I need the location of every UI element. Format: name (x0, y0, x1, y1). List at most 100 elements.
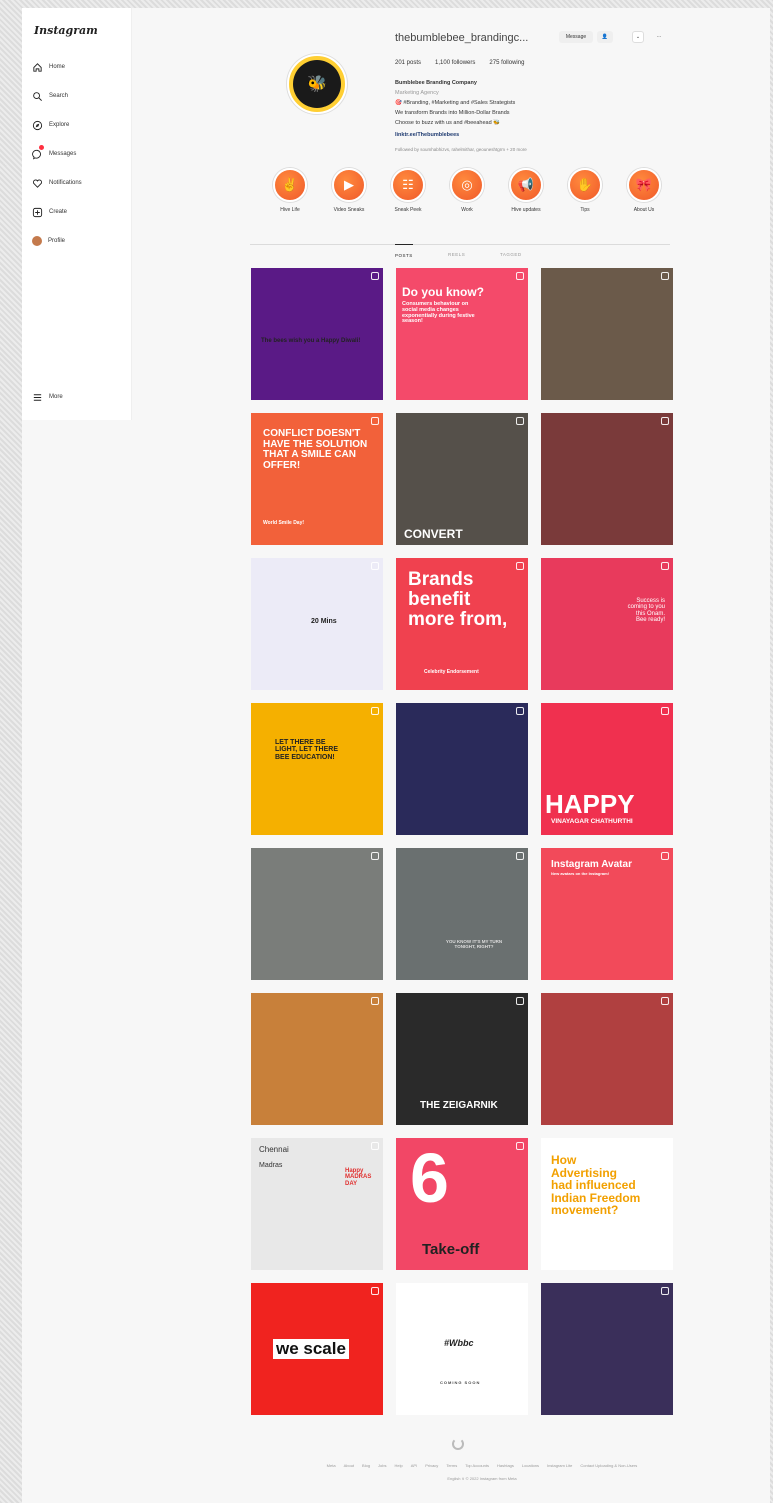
profile-username: thebumblebee_brandingc... (395, 32, 529, 44)
post-title-text: Chennai (259, 1145, 289, 1154)
highlight-cover-icon: ✌ (273, 168, 307, 202)
profile-category: Marketing Agency (395, 90, 439, 96)
post-thumbnail[interactable] (396, 703, 528, 835)
followers-count[interactable]: 1,100 followers (435, 60, 475, 66)
post-title-text: we scale (273, 1339, 349, 1359)
post-thumbnail[interactable]: YOU KNOW IT'S MY TURN TONIGHT, RIGHT? (396, 848, 528, 980)
footer-link[interactable]: Privacy (425, 1463, 438, 1468)
post-thumbnail[interactable]: HAPPY VINAYAGAR CHATHURTHI (541, 703, 673, 835)
post-thumbnail[interactable]: Brands benefit more from, Celebrity Endor… (396, 558, 528, 690)
post-thumbnail[interactable]: #Wbbc COMING SOON (396, 1283, 528, 1415)
profile-avatar[interactable]: 🐝 (287, 54, 347, 114)
post-thumbnail[interactable]: The bees wish you a Happy Diwali! (251, 268, 383, 400)
footer-link[interactable]: Terms (446, 1463, 457, 1468)
tab-tagged[interactable]: TAGGED (500, 252, 522, 257)
highlight-item[interactable]: ☷ Sneak Peek (386, 168, 430, 213)
heart-icon (32, 179, 43, 188)
sidebar-item-messages[interactable]: Messages (32, 145, 77, 161)
footer-link[interactable]: Meta (327, 1463, 336, 1468)
footer-link[interactable]: Locations (522, 1463, 539, 1468)
sidebar-item-label: Notifications (49, 180, 82, 186)
highlight-cover-icon: ▶ (332, 168, 366, 202)
highlight-item[interactable]: ✌ Hive Life (268, 168, 312, 213)
avatar-icon (32, 236, 42, 246)
post-thumbnail[interactable] (251, 993, 383, 1125)
highlight-item[interactable]: ◎ Work (445, 168, 489, 213)
footer-link[interactable]: About (344, 1463, 354, 1468)
multi-image-icon (661, 417, 669, 425)
chevron-down-icon: ⌄ (635, 34, 641, 40)
post-thumbnail[interactable]: we scale (251, 1283, 383, 1415)
post-thumbnail[interactable]: Success is coming to you this Onam. Bee … (541, 558, 673, 690)
post-thumbnail[interactable]: 20 Mins (251, 558, 383, 690)
footer-link[interactable]: Help (395, 1463, 403, 1468)
multi-image-icon (661, 852, 669, 860)
multi-image-icon (371, 707, 379, 715)
post-thumbnail[interactable] (541, 268, 673, 400)
sidebar-item-profile[interactable]: Profile (32, 234, 65, 248)
multi-image-icon (371, 852, 379, 860)
sidebar-item-label: Profile (48, 238, 66, 244)
sidebar-item-more[interactable]: More (32, 390, 63, 404)
post-thumbnail[interactable] (541, 413, 673, 545)
multi-image-icon (516, 417, 524, 425)
sidebar-item-search[interactable]: Search (32, 89, 68, 103)
post-thumbnail[interactable] (541, 993, 673, 1125)
sidebar-item-label: Messages (49, 151, 77, 157)
follow-options-button[interactable]: 👤 (597, 31, 613, 43)
footer-link[interactable]: Top Accounts (465, 1463, 489, 1468)
multi-image-icon (516, 562, 524, 570)
tab-posts[interactable]: POSTS (395, 244, 413, 258)
highlight-item[interactable]: 🎀 About Us (622, 168, 666, 213)
following-count[interactable]: 275 following (489, 60, 524, 66)
message-button[interactable]: Message (559, 31, 593, 43)
post-thumbnail[interactable]: LET THERE BE LIGHT, LET THERE BEE EDUCAT… (251, 703, 383, 835)
highlight-label: About Us (633, 207, 655, 213)
suggested-button[interactable]: ⌄ (632, 31, 644, 43)
multi-image-icon (371, 272, 379, 280)
highlight-item[interactable]: 📢 Hive updates (504, 168, 548, 213)
post-thumbnail[interactable]: Chennai Madras Happy MADRAS DAY (251, 1138, 383, 1270)
sidebar-item-explore[interactable]: Explore (32, 118, 69, 132)
highlight-item[interactable]: ▶ Video Sneaks (327, 168, 371, 213)
footer-copyright[interactable]: English ∨ © 2022 Instagram from Meta (272, 1476, 692, 1481)
footer-link[interactable]: Hashtags (497, 1463, 514, 1468)
highlight-item[interactable]: ✋ Tips (563, 168, 607, 213)
post-title-text: 6 (410, 1139, 449, 1217)
footer-link[interactable]: Jobs (378, 1463, 386, 1468)
post-title-text: CONVERT (404, 527, 463, 542)
footer-link[interactable]: Blog (362, 1463, 370, 1468)
footer-link[interactable]: Instagram Lite (547, 1463, 572, 1468)
post-thumbnail[interactable] (251, 848, 383, 980)
post-thumbnail[interactable] (541, 1283, 673, 1415)
footer-link[interactable]: Contact Uploading & Non-Users (580, 1463, 637, 1468)
plus-square-icon (32, 207, 43, 217)
post-thumbnail[interactable]: CONVERT (396, 413, 528, 545)
post-thumbnail[interactable]: How Advertising had influenced Indian Fr… (541, 1138, 673, 1270)
multi-image-icon (516, 707, 524, 715)
compass-icon (32, 120, 43, 130)
post-title-text: LET THERE BE LIGHT, LET THERE BEE EDUCAT… (275, 739, 338, 761)
multi-image-icon (371, 1287, 379, 1295)
posts-count: 201 posts (395, 60, 422, 66)
profile-link[interactable]: linktr.ee/Thebumblebees (395, 132, 459, 138)
post-thumbnail[interactable]: THE ZEIGARNIK (396, 993, 528, 1125)
post-thumbnail[interactable]: CONFLICT DOESN'T HAVE THE SOLUTION THAT … (251, 413, 383, 545)
sidebar-item-notifications[interactable]: Notifications (32, 176, 82, 190)
post-title-text: 20 Mins (311, 618, 337, 625)
more-options-button[interactable]: ··· (653, 31, 665, 43)
sidebar-item-home[interactable]: Home (32, 60, 65, 74)
highlight-label: Tips (580, 207, 590, 213)
post-thumbnail[interactable]: Do you know? Consumers behaviour on socia… (396, 268, 528, 400)
post-title-text: YOU KNOW IT'S MY TURN TONIGHT, RIGHT? (445, 939, 503, 949)
instagram-logo[interactable]: Instagram (34, 24, 98, 37)
home-icon (33, 62, 42, 72)
multi-image-icon (516, 1142, 524, 1150)
followed-by-text[interactable]: Followed by soumhabhizvs, rahelmithar, g… (395, 147, 527, 152)
multi-image-icon (516, 852, 524, 860)
tab-reels[interactable]: REELS (448, 252, 465, 257)
post-thumbnail[interactable]: Instagram Avatar New avatars on the Insta… (541, 848, 673, 980)
post-thumbnail[interactable]: 6 Take-off (396, 1138, 528, 1270)
sidebar-item-create[interactable]: Create (32, 205, 67, 219)
footer-link[interactable]: API (411, 1463, 417, 1468)
